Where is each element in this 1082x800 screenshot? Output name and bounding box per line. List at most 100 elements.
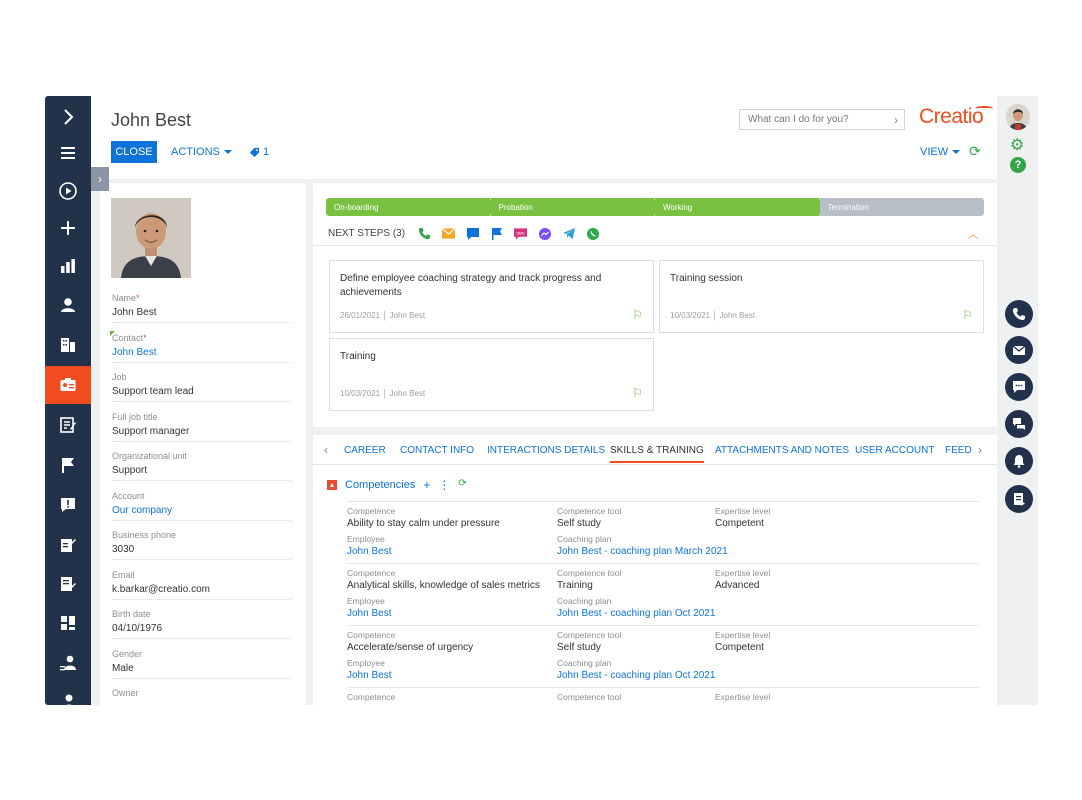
field-value[interactable]: Support manager	[112, 426, 292, 442]
add-icon[interactable]: +	[423, 478, 430, 492]
card-meta: 10/03/2021 │ John Best	[670, 311, 756, 320]
contacts-icon[interactable]	[45, 286, 91, 324]
flag-outline-icon[interactable]: ⚐	[962, 308, 973, 322]
competency-row[interactable]: Competence Competence tool Expertise level…	[347, 502, 979, 564]
section-title[interactable]: Competencies	[345, 479, 415, 491]
flag-outline-icon[interactable]: ⚐	[632, 386, 643, 400]
employee-link[interactable]: John Best	[347, 546, 391, 557]
expertise-level-label: Expertise level	[715, 692, 771, 702]
hamburger-menu-icon[interactable]	[45, 134, 91, 172]
collapse-section-icon[interactable]: ▲	[327, 480, 337, 490]
field-value[interactable]: Male	[112, 663, 292, 679]
collapse-up-icon[interactable]: ︿	[967, 225, 979, 242]
tasks-edit-icon[interactable]	[45, 565, 91, 603]
stage-probation[interactable]: Probation	[490, 198, 655, 216]
dashboards-icon[interactable]	[45, 247, 91, 285]
card-meta: 26/01/2021 │ John Best	[340, 311, 426, 320]
competence-tool-value: Self study	[557, 518, 601, 529]
phone-icon[interactable]	[1005, 300, 1033, 328]
employee-photo[interactable]	[111, 198, 191, 278]
feed-icon[interactable]	[1005, 410, 1033, 438]
field-value[interactable]: Support team lead	[112, 386, 292, 402]
next-step-card[interactable]: Define employee coaching strategy and tr…	[329, 260, 654, 333]
tab-user-account[interactable]: USER ACCOUNT	[855, 445, 934, 456]
coaching-plan-label: Coaching plan	[557, 534, 612, 544]
command-search-input[interactable]: What can I do for you? ›	[739, 109, 905, 130]
next-step-card[interactable]: Training 10/03/2021 │ John Best ⚐	[329, 338, 654, 411]
flag-icon[interactable]	[45, 446, 91, 484]
field-value[interactable]: John Best	[112, 347, 292, 363]
cases-icon[interactable]	[45, 486, 91, 524]
process-log-icon[interactable]	[1005, 485, 1033, 513]
tab-interactions-details[interactable]: INTERACTIONS DETAILS	[487, 445, 605, 456]
coaching-plan-link[interactable]: John Best - coaching plan Oct 2021	[557, 608, 715, 619]
more-options-icon[interactable]: ⋮	[438, 478, 450, 492]
sms-icon[interactable]: SMS	[514, 227, 527, 240]
phone-icon[interactable]	[418, 227, 431, 240]
field-value[interactable]: 3030	[112, 544, 292, 560]
field-value[interactable]: Support	[112, 465, 292, 481]
field-value[interactable]: Our company	[112, 505, 292, 521]
play-process-icon[interactable]	[45, 172, 91, 210]
field-value[interactable]: 04/10/1976	[112, 623, 292, 639]
documents-icon[interactable]	[45, 406, 91, 444]
email-icon[interactable]	[1005, 336, 1033, 364]
close-button[interactable]: CLOSE	[111, 141, 157, 163]
panel-toggle-icon[interactable]: ›	[91, 167, 109, 191]
employees-icon[interactable]	[45, 366, 91, 404]
knowledge-base-icon[interactable]	[45, 526, 91, 564]
next-step-card[interactable]: Training session 10/03/2021 │ John Best …	[659, 260, 984, 333]
user-avatar[interactable]	[1006, 104, 1030, 130]
coaching-plan-label: Coaching plan	[557, 596, 612, 606]
accounts-icon[interactable]	[45, 326, 91, 364]
email-icon[interactable]	[442, 227, 455, 240]
coaching-plan-link[interactable]: John Best - coaching plan Oct 2021	[557, 670, 715, 681]
competence-label: Competence	[347, 630, 396, 640]
refresh-icon[interactable]: ⟳	[458, 478, 466, 492]
competency-row[interactable]: Competence Competence tool Expertise level…	[347, 564, 979, 626]
tab-contact-info[interactable]: CONTACT INFO	[400, 445, 474, 456]
user-settings-icon[interactable]	[45, 682, 91, 705]
add-icon[interactable]	[45, 209, 91, 247]
stage-termination[interactable]: Termination	[819, 198, 984, 216]
competence-value: Analytical skills, knowledge of sales me…	[347, 580, 540, 591]
tab-feed[interactable]: FEED	[945, 445, 972, 456]
coaching-plan-label: Coaching plan	[557, 658, 612, 668]
next-steps-label[interactable]: NEXT STEPS (3)	[328, 228, 405, 239]
flag-icon[interactable]	[490, 227, 503, 240]
expand-menu-icon[interactable]	[45, 98, 91, 136]
employee-link[interactable]: John Best	[347, 670, 391, 681]
telegram-icon[interactable]	[562, 227, 575, 240]
messenger-icon[interactable]	[538, 227, 551, 240]
view-button[interactable]: VIEW	[920, 141, 961, 163]
chevron-right-icon[interactable]: ›	[978, 443, 982, 457]
tab-career[interactable]: CAREER	[344, 445, 386, 456]
competency-row[interactable]: Competence Competence tool Expertise level	[347, 688, 979, 705]
tab-attachments-notes[interactable]: ATTACHMENTS AND NOTES	[715, 445, 849, 456]
chevron-right-icon[interactable]: ›	[894, 113, 898, 127]
stage-on-boarding[interactable]: On-boarding	[326, 198, 491, 216]
chevron-left-icon[interactable]: ‹	[324, 443, 328, 457]
competency-row[interactable]: Competence Competence tool Expertise level…	[347, 626, 979, 688]
employee-link[interactable]: John Best	[347, 608, 391, 619]
coaching-plan-link[interactable]: John Best - coaching plan March 2021	[557, 546, 728, 557]
chat-icon[interactable]	[1005, 373, 1033, 401]
stage-working[interactable]: Working	[655, 198, 820, 216]
help-icon[interactable]: ?	[1010, 157, 1026, 173]
user-skills-icon[interactable]	[45, 644, 91, 682]
tags-button[interactable]: 1	[249, 141, 269, 163]
dashboard-tiles-icon[interactable]	[45, 604, 91, 642]
field-value[interactable]: k.barkar@creatio.com	[112, 584, 292, 600]
field-label: Account	[112, 490, 145, 501]
field-value[interactable]: John Best	[112, 307, 292, 323]
refresh-icon[interactable]: ⟳	[969, 143, 981, 160]
actions-button[interactable]: ACTIONS	[171, 141, 232, 163]
stage-panel: On-boarding Probation Working Termination N…	[313, 183, 998, 427]
tab-skills-training[interactable]: SKILLS & TRAINING	[610, 445, 704, 463]
chat-icon[interactable]	[466, 227, 479, 240]
flag-outline-icon[interactable]: ⚐	[632, 308, 643, 322]
whatsapp-icon[interactable]	[586, 227, 599, 240]
competence-label: Competence	[347, 506, 396, 516]
notifications-bell-icon[interactable]	[1005, 447, 1033, 475]
settings-gear-icon[interactable]: ⚙	[1010, 135, 1024, 155]
